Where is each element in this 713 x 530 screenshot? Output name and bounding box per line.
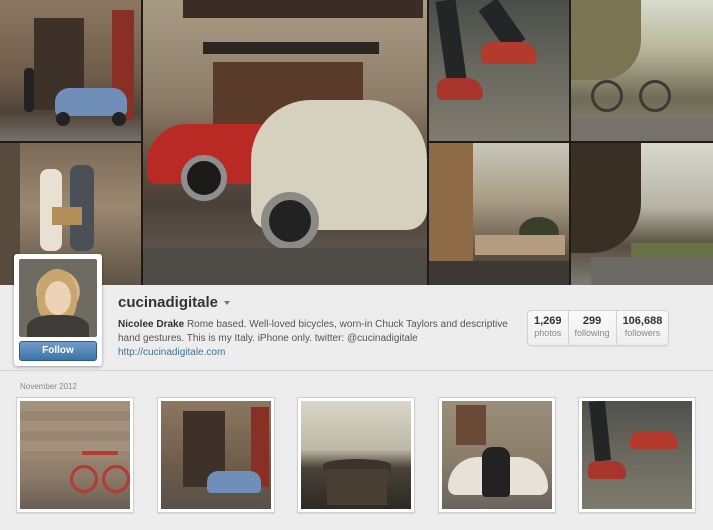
mosaic-photo-scooter-street[interactable] <box>0 0 141 141</box>
mosaic-photo-parked-bicycles[interactable] <box>571 0 713 141</box>
feed-photo-red-shoes[interactable] <box>578 397 696 513</box>
stat-following[interactable]: 299 following <box>569 311 617 345</box>
feed-month-label: November 2012 <box>20 382 77 391</box>
profile-bio: Nicolee Drake Rome based. Well-loved bic… <box>118 318 518 346</box>
profile-username: cucinadigitale <box>118 294 219 311</box>
stat-photos[interactable]: 1,269 photos <box>528 311 569 345</box>
mosaic-photo-palm-street[interactable] <box>429 143 569 285</box>
stat-following-label: following <box>574 328 610 338</box>
mosaic-photo-tiber-tree[interactable] <box>571 143 713 285</box>
feed-photo-scooter-doorway[interactable] <box>157 397 275 513</box>
mosaic-photo-ferragamo-cars[interactable] <box>143 0 427 285</box>
feed-photo-temple-dusk[interactable] <box>297 397 415 513</box>
stat-following-count: 299 <box>582 315 602 327</box>
username-row: cucinadigitale <box>118 294 231 311</box>
profile-stats: 1,269 photos 299 following 106,688 follo… <box>527 310 670 346</box>
avatar[interactable] <box>19 259 97 337</box>
stat-followers[interactable]: 106,688 followers <box>617 311 669 345</box>
profile-website-link[interactable]: http://cucinadigitale.com <box>118 347 225 358</box>
stat-photos-count: 1,269 <box>534 315 562 327</box>
follow-button[interactable]: Follow <box>19 341 97 361</box>
stat-photos-label: photos <box>534 328 562 338</box>
profile-avatar-card: Follow <box>14 254 102 366</box>
feed-photo-red-bicycle[interactable] <box>16 397 134 513</box>
section-divider <box>0 370 713 371</box>
chevron-down-icon[interactable] <box>224 300 231 305</box>
header-photo-mosaic <box>0 0 713 285</box>
stat-followers-label: followers <box>624 328 661 338</box>
mosaic-photo-red-shoes[interactable] <box>429 0 569 141</box>
stat-followers-count: 106,688 <box>622 315 663 327</box>
feed-photo-fiat-umbrella[interactable] <box>438 397 556 513</box>
profile-full-name: Nicolee Drake <box>118 319 185 330</box>
